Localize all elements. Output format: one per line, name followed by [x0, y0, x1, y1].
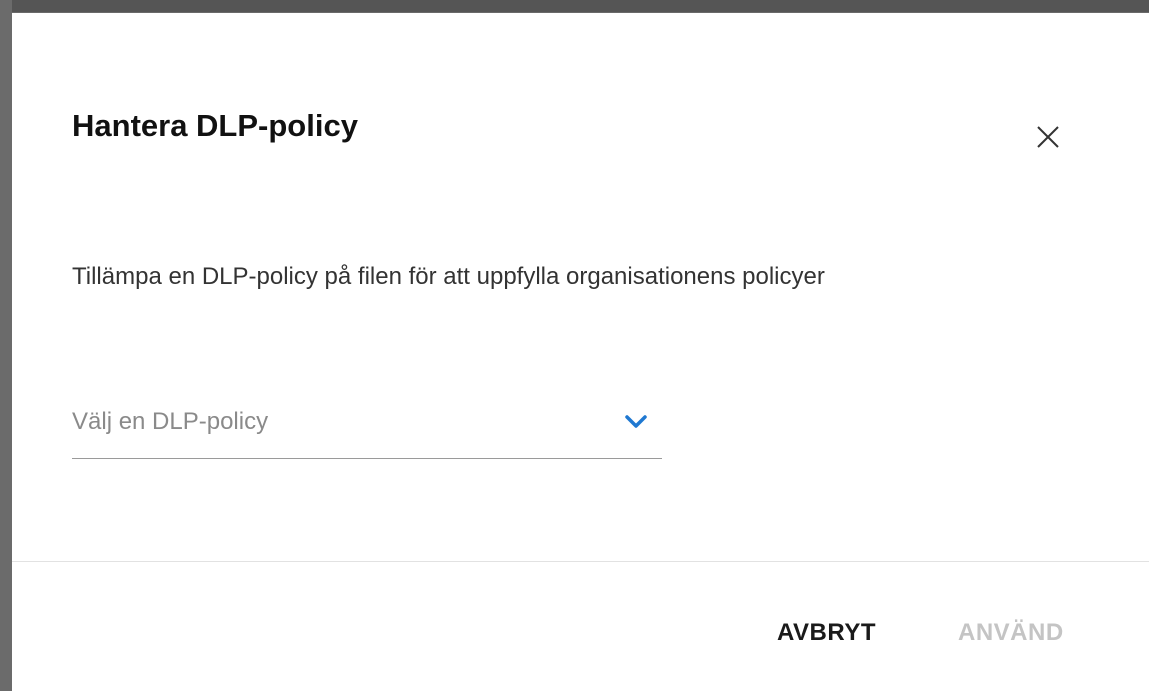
footer-divider	[12, 561, 1149, 562]
close-icon	[1037, 126, 1059, 148]
dialog-title: Hantera DLP-policy	[72, 108, 358, 143]
select-placeholder: Välj en DLP-policy	[72, 408, 269, 435]
close-button[interactable]	[1030, 119, 1066, 155]
apply-button[interactable]: ANVÄND	[958, 619, 1064, 647]
chevron-down-icon	[625, 415, 647, 428]
dlp-policy-dialog: Hantera DLP-policy Tillämpa en DLP-polic…	[12, 12, 1149, 691]
dlp-policy-select[interactable]: Välj en DLP-policy	[72, 398, 662, 459]
backdrop-edge	[0, 0, 12, 691]
cancel-button[interactable]: AVBRYT	[777, 619, 876, 647]
dialog-description: Tillämpa en DLP-policy på filen för att …	[72, 263, 825, 290]
